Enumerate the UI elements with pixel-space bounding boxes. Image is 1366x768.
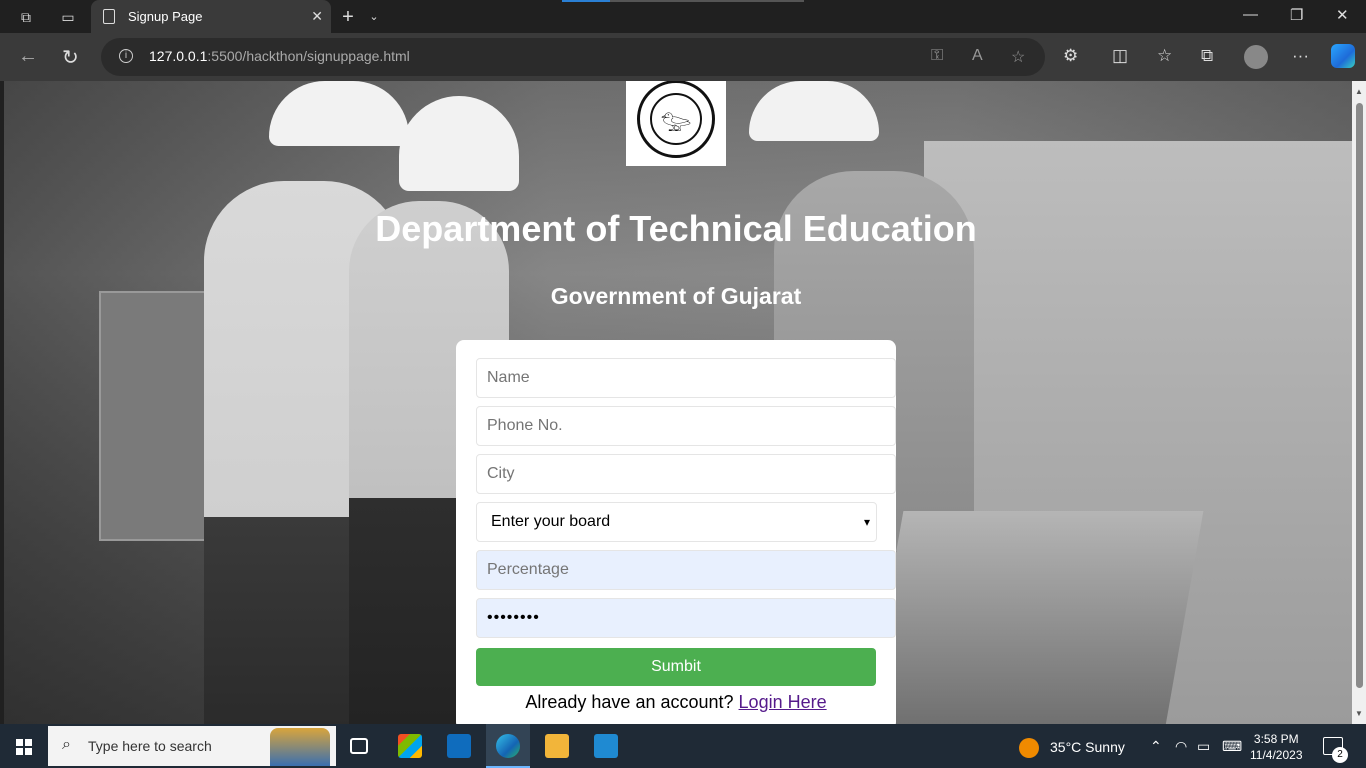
helmet-shape [749, 81, 879, 141]
password-input[interactable]: •••••••• [476, 598, 896, 638]
submit-button[interactable]: Sumbit [476, 648, 876, 686]
chevron-up-icon[interactable]: ⌃ [1150, 738, 1162, 755]
clock-date: 11/4/2023 [1250, 748, 1303, 762]
page-title: Department of Technical Education [375, 208, 977, 249]
keyboard-icon[interactable]: ⌨ [1222, 738, 1242, 755]
tab-title: Signup Page [128, 9, 203, 24]
collections-icon[interactable]: ⧉ [1201, 46, 1213, 66]
page-subtitle: Government of Gujarat [550, 283, 802, 309]
search-highlight-image [270, 728, 330, 766]
clock-time: 3:58 PM [1253, 732, 1299, 746]
favorites-icon[interactable]: ☆ [1157, 46, 1172, 66]
edge-icon[interactable] [496, 734, 520, 758]
info-icon[interactable]: i [119, 49, 133, 63]
login-prompt-text: Already have an account? [525, 692, 734, 712]
clock[interactable]: 3:58 PM 11/4/2023 [1250, 731, 1303, 763]
close-icon[interactable]: ✕ [311, 8, 323, 25]
refresh-icon[interactable]: ↻ [62, 45, 79, 70]
key-icon[interactable]: ⚿ [931, 47, 943, 65]
file-explorer-icon[interactable] [545, 734, 569, 758]
workspaces-icon[interactable]: ⧉ [17, 8, 35, 26]
new-tab-icon[interactable]: + [339, 7, 357, 27]
store-icon[interactable] [398, 734, 422, 758]
vscode-icon[interactable] [594, 734, 618, 758]
scrollbar[interactable]: ▲ ▼ [1352, 81, 1366, 724]
helmet-shape [269, 81, 409, 146]
page-icon [103, 9, 115, 24]
restore-icon[interactable]: ❐ [1290, 6, 1303, 24]
scroll-down-icon[interactable]: ▼ [1355, 709, 1363, 718]
more-icon[interactable]: ··· [1292, 46, 1309, 66]
login-link[interactable]: Login Here [739, 692, 827, 712]
signup-form: Name Phone No. City Enter your board ▾ P… [456, 340, 896, 724]
wifi-icon[interactable]: ◠ [1175, 738, 1187, 755]
profile-avatar[interactable] [1244, 45, 1268, 69]
login-prompt: Already have an account? Login Here [456, 692, 896, 713]
tab-actions-icon[interactable]: ▭ [59, 8, 77, 26]
task-view-icon[interactable] [350, 738, 368, 754]
address-bar[interactable]: i 127.0.0.1:5500/hackthon/signuppage.htm… [101, 38, 1045, 76]
minimize-icon[interactable]: — [1243, 6, 1258, 23]
read-aloud-icon[interactable]: A [972, 47, 983, 65]
back-icon[interactable]: ← [18, 45, 38, 68]
notification-badge: 2 [1332, 747, 1348, 763]
logo: 𓅰 [626, 81, 726, 166]
split-screen-icon[interactable]: ◫ [1112, 46, 1128, 66]
board-select-value: Enter your board [491, 513, 611, 530]
close-window-icon[interactable]: ✕ [1336, 6, 1349, 24]
seal-icon: 𓅰 [637, 81, 715, 158]
browser-toolbar: ← ↻ i 127.0.0.1:5500/hackthon/signuppage… [0, 33, 1366, 81]
scroll-up-icon[interactable]: ▲ [1355, 87, 1363, 96]
city-input[interactable]: City [476, 454, 896, 494]
page-viewport: 𓅰 Department of Technical Education Gove… [4, 81, 1366, 724]
extensions-icon[interactable]: ⚙ [1063, 46, 1078, 66]
phone-input[interactable]: Phone No. [476, 406, 896, 446]
percentage-input[interactable]: Percentage [476, 550, 896, 590]
chevron-down-icon[interactable]: ⌄ [365, 8, 383, 26]
copilot-icon[interactable] [1331, 44, 1355, 68]
favorite-star-icon[interactable]: ☆ [1011, 47, 1025, 67]
swan-icon: 𓅰 [650, 92, 702, 145]
search-placeholder: Type here to search [88, 738, 212, 754]
url-text[interactable]: 127.0.0.1:5500/hackthon/signuppage.html [149, 48, 410, 64]
board-select[interactable]: Enter your board ▾ [476, 502, 877, 542]
scroll-thumb[interactable] [1356, 103, 1363, 688]
background-machine [864, 511, 1204, 724]
taskbar: ⌕ Type here to search 35°C Sunny ⌃ ◠ ▭ ⌨… [0, 724, 1366, 768]
windows-start-icon[interactable] [16, 739, 32, 755]
battery-icon[interactable]: ▭ [1197, 738, 1210, 755]
mail-icon[interactable] [447, 734, 471, 758]
weather-sun-icon[interactable] [1019, 738, 1039, 758]
chevron-down-icon: ▾ [863, 515, 870, 529]
weather-text[interactable]: 35°C Sunny [1050, 739, 1125, 755]
tab-signup-page[interactable]: Signup Page ✕ [91, 0, 331, 33]
helmet-shape [399, 96, 519, 191]
taskbar-search[interactable]: ⌕ Type here to search [48, 726, 336, 766]
name-input[interactable]: Name [476, 358, 896, 398]
search-icon: ⌕ [62, 736, 71, 753]
browser-titlebar: ⧉ ▭ Signup Page ✕ + ⌄ — ❐ ✕ [0, 0, 1366, 33]
loading-indicator [562, 0, 804, 2]
